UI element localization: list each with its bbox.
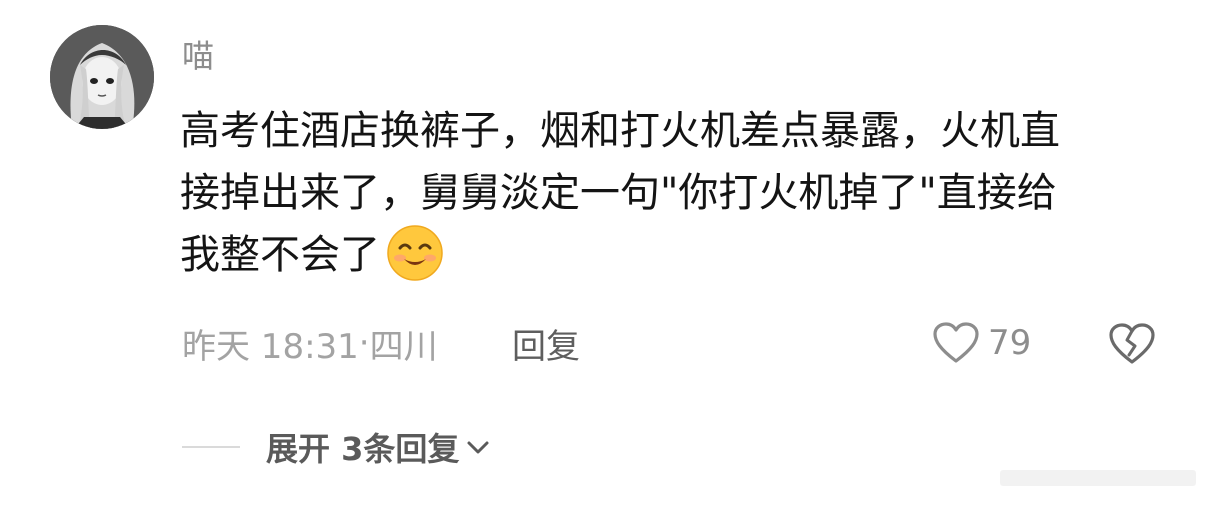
watermark [1000, 468, 1196, 488]
comment-text: 高考住酒店换裤子，烟和打火机差点暴露，火机直 接掉出来了，舅舅淡定一句"你打火机… [180, 100, 1180, 286]
meta-separator: · [358, 323, 370, 363]
like-count: 79 [988, 323, 1032, 363]
comment-line-last: 我整不会了 [180, 224, 1180, 286]
chevron-down-icon [467, 441, 489, 454]
smiling-face-icon [386, 224, 444, 282]
comment-line: 接掉出来了，舅舅淡定一句"你打火机掉了"直接给 [180, 170, 1057, 216]
reply-button[interactable]: 回复 [512, 320, 580, 367]
comment-location: 四川 [369, 326, 438, 367]
dislike-button[interactable] [1108, 320, 1156, 368]
avatar[interactable] [50, 25, 154, 129]
heart-outline-icon [933, 322, 979, 363]
like-button[interactable]: 79 [932, 318, 1031, 368]
expand-divider [182, 446, 240, 448]
comment-meta: 昨天 18:31 · 四川 [182, 320, 438, 367]
anime-girl-avatar-icon [50, 25, 154, 129]
broken-heart-icon [1109, 323, 1155, 364]
expand-replies-label: 展开 3条回复 [266, 430, 460, 468]
comment-line: 高考住酒店换裤子，烟和打火机差点暴露，火机直 [180, 108, 1060, 154]
expand-replies-button[interactable]: 展开 3条回复 [182, 422, 491, 472]
comment-line-text: 我整不会了 [180, 232, 380, 278]
username[interactable]: 喵 [182, 36, 214, 76]
comment-time: 昨天 18:31 [182, 326, 359, 367]
